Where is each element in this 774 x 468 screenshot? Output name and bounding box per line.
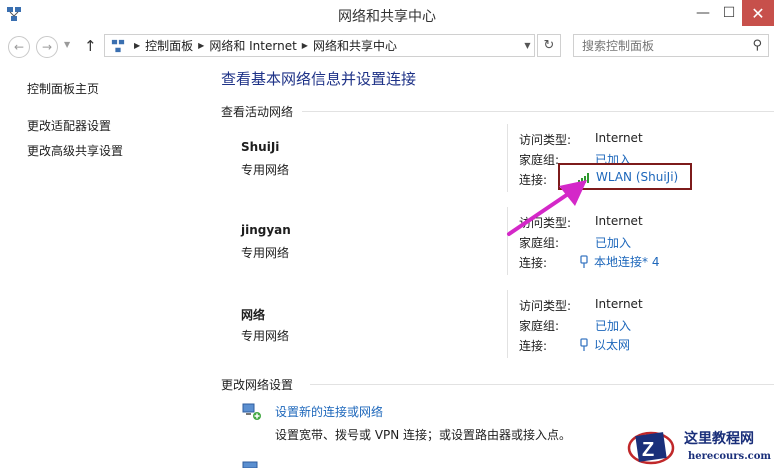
access-type-value: Internet [595,131,643,145]
refresh-icon: ↻ [543,38,555,53]
network-divider [507,290,508,358]
breadcrumb-network-sharing[interactable]: 网络和共享中心 [313,37,397,54]
setup-new-connection-desc: 设置宽带、拨号或 VPN 连接；或设置路由器或接入点。 [275,428,572,442]
arrow-annotation [507,180,587,236]
homegroup-label: 家庭组: [519,153,560,167]
network-category[interactable]: 专用网络 [241,244,289,261]
access-type-value: Internet [595,214,643,228]
control-panel-home-link[interactable]: 控制面板主页 [27,80,99,97]
control-panel-icon [111,39,125,52]
ethernet-connection-label[interactable]: 以太网 [594,336,630,353]
search-icon[interactable]: ⚲ [752,38,762,53]
page-title: 查看基本网络信息并设置连接 [221,70,417,88]
minimize-button[interactable]: — [690,0,716,26]
access-type-label: 访问类型: [519,299,572,313]
breadcrumb-separator-icon[interactable]: ▶ [198,41,204,50]
access-type-label: 访问类型: [519,133,572,147]
change-adapter-settings-link[interactable]: 更改适配器设置 [27,117,111,134]
breadcrumb-separator-icon[interactable]: ▶ [302,41,308,50]
close-button[interactable]: ✕ [742,0,774,26]
homegroup-joined-link[interactable]: 已加入 [595,234,631,251]
chevron-down-icon: ▼ [64,40,71,49]
breadcrumb-separator-icon[interactable]: ▶ [134,41,140,50]
chevron-down-icon: ▼ [524,41,531,50]
search-box[interactable]: ⚲ [573,34,769,57]
refresh-button[interactable]: ↻ [537,34,561,57]
homegroup-joined-link[interactable]: 已加入 [595,317,631,334]
maximize-button[interactable]: ☐ [716,0,742,26]
navigation-bar: ← → ▼ ↑ ▶ 控制面板 ▶ 网络和 Internet ▶ 网络和共享中心 … [0,32,774,60]
network-name: 网络 [241,308,266,322]
setup-new-connection-link[interactable]: 设置新的连接或网络 [275,403,383,420]
address-dropdown-button[interactable]: ▼ [520,34,535,57]
breadcrumb-control-panel[interactable]: 控制面板 [145,37,193,54]
local-connection-label[interactable]: 本地连接* 4 [594,253,659,270]
title-bar: 网络和共享中心 — ☐ ✕ [0,0,774,30]
breadcrumb-network-internet[interactable]: 网络和 Internet [209,37,296,54]
local-connection-link[interactable]: 本地连接* 4 [579,253,659,270]
change-advanced-sharing-link[interactable]: 更改高级共享设置 [27,142,123,159]
watermark-text: 这里教程网 [684,431,754,447]
back-button[interactable]: ← [8,36,30,58]
network-name: jingyan [241,223,291,237]
address-bar[interactable]: ▶ 控制面板 ▶ 网络和 Internet ▶ 网络和共享中心 [104,34,535,57]
section-divider [310,384,774,385]
ethernet-plug-icon [580,254,588,268]
svg-text:Z: Z [642,439,654,461]
new-connection-icon [242,403,261,420]
watermark-subtext: herecours.com [688,451,772,462]
connection-label: 连接: [519,339,548,353]
troubleshoot-icon [242,461,258,468]
homegroup-label: 家庭组: [519,319,560,333]
search-input[interactable] [582,38,742,53]
connection-label: 连接: [519,256,548,270]
section-divider [302,111,774,112]
arrow-up-icon: ↑ [84,37,97,55]
network-name: ShuiJi [241,140,280,154]
window-title: 网络和共享中心 [338,9,436,25]
ethernet-connection-link[interactable]: 以太网 [579,336,630,353]
forward-button[interactable]: → [36,36,58,58]
network-category[interactable]: 专用网络 [241,161,289,178]
recent-locations-button[interactable]: ▼ [64,40,70,49]
arrow-right-icon: → [41,40,53,54]
access-type-value: Internet [595,297,643,311]
arrow-left-icon: ← [13,40,25,54]
up-button[interactable]: ↑ [84,37,97,55]
ethernet-plug-icon [580,337,588,351]
network-category[interactable]: 专用网络 [241,327,289,344]
active-networks-heading: 查看活动网络 [221,105,294,119]
change-settings-heading: 更改网络设置 [221,378,294,392]
